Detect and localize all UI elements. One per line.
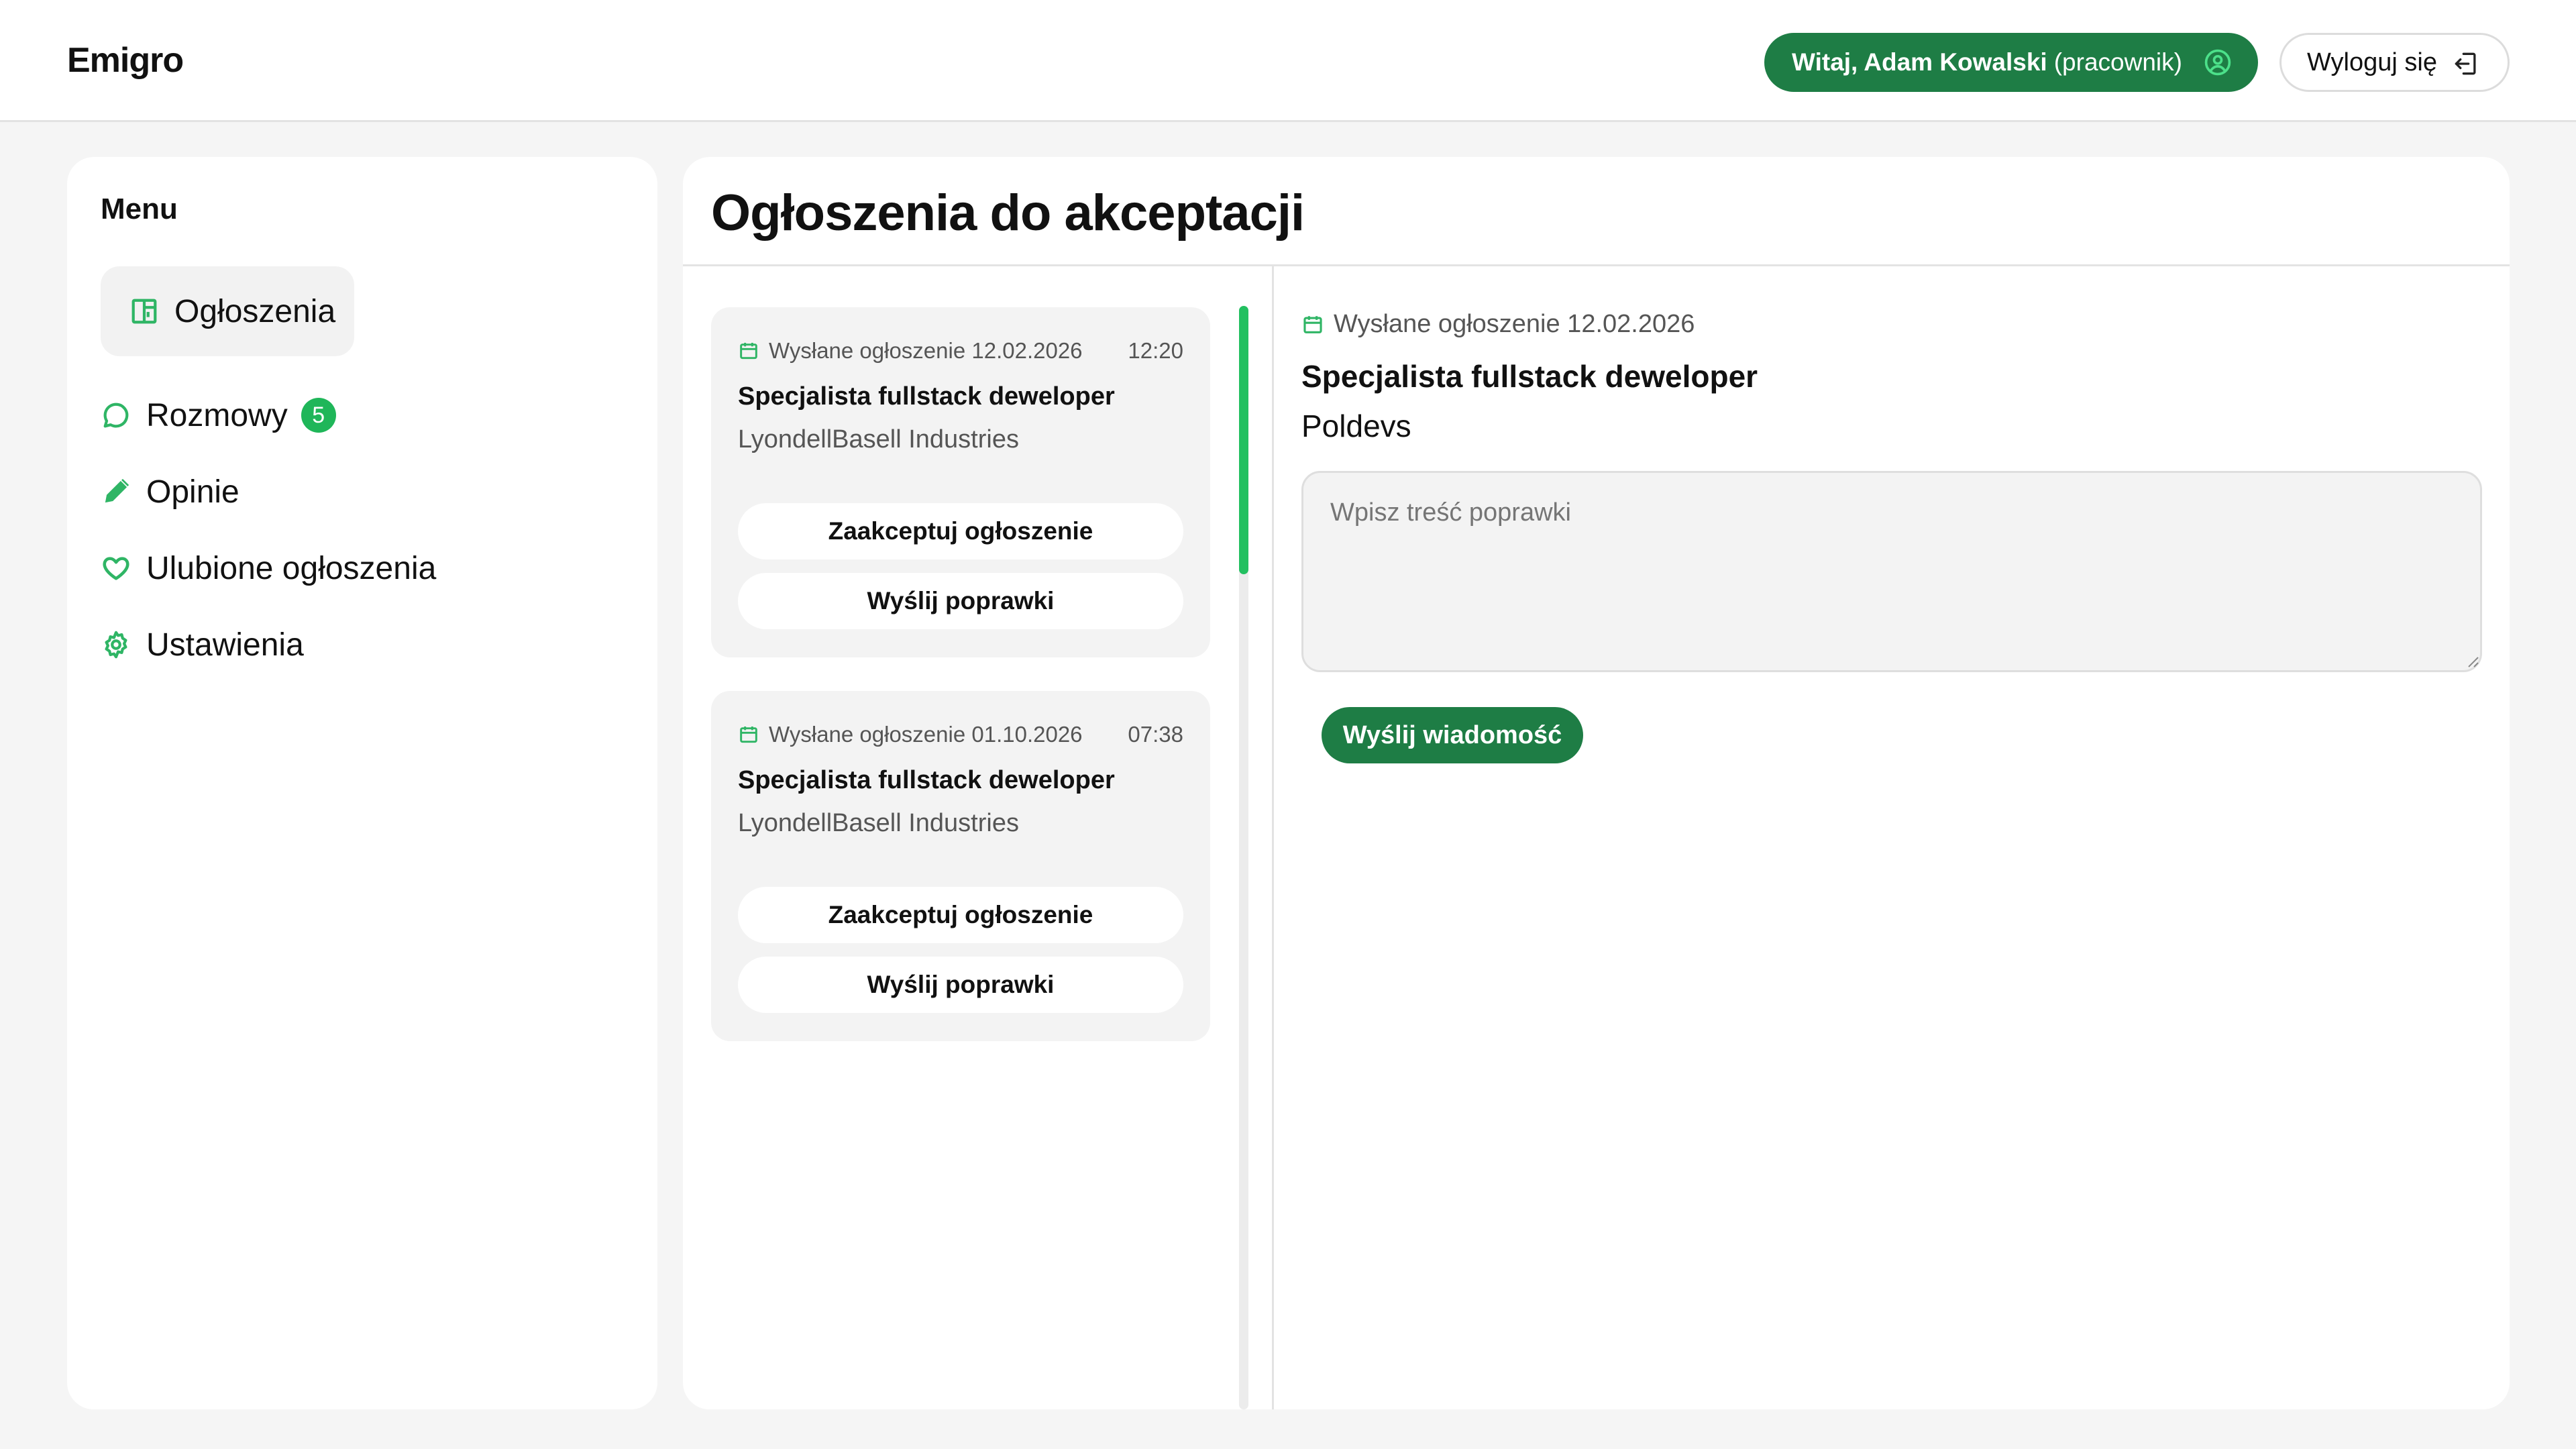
announcement-card[interactable]: Wysłane ogłoszenie 01.10.2026 07:38 Spec… xyxy=(711,691,1210,1041)
accept-button[interactable]: Zaakceptuj ogłoszenie xyxy=(738,503,1183,559)
unread-count-badge: 5 xyxy=(301,398,336,433)
sidebar-item-ustawienia[interactable]: Ustawienia xyxy=(101,621,304,668)
sidebar-item-ulubione[interactable]: Ulubione ogłoszenia xyxy=(101,545,436,592)
logout-button[interactable]: Wyloguj się xyxy=(2279,33,2510,92)
sent-date: Wysłane ogłoszenie 12.02.2026 xyxy=(769,338,1083,363)
app-logo[interactable]: Emigro xyxy=(67,40,184,80)
sidebar: Menu Ogłoszenia Rozmowy 5 Opinie Ulubion… xyxy=(67,157,657,1409)
column-divider xyxy=(1272,264,1274,1409)
page-title: Ogłoszenia do akceptacji xyxy=(711,184,1305,241)
detail-sent-date: Wysłane ogłoszenie 12.02.2026 xyxy=(1334,310,1695,338)
sent-date: Wysłane ogłoszenie 01.10.2026 xyxy=(769,722,1083,747)
company-name: LyondellBasell Industries xyxy=(738,809,1019,837)
gear-icon xyxy=(105,631,127,659)
welcome-greeting: Witaj, Adam Kowalski xyxy=(1792,48,2047,76)
resize-grip-icon[interactable] xyxy=(2466,655,2479,668)
detail-company-name: Poldevs xyxy=(1301,409,1411,443)
correction-textarea[interactable] xyxy=(1301,471,2482,672)
sidebar-item-label: Ulubione ogłoszenia xyxy=(146,550,437,586)
user-circle-icon xyxy=(2204,49,2231,76)
accept-button[interactable]: Zaakceptuj ogłoszenie xyxy=(738,887,1183,943)
detail-meta: Wysłane ogłoszenie 12.02.2026 xyxy=(1301,310,1695,339)
sidebar-item-label: Rozmowy xyxy=(146,397,288,433)
detail-job-title: Specjalista fullstack deweloper xyxy=(1301,359,1758,394)
board-icon xyxy=(131,299,157,324)
heart-icon xyxy=(103,557,129,580)
top-bar: Emigro Witaj, Adam Kowalski (pracownik) … xyxy=(0,0,2576,122)
sidebar-item-label: Opinie xyxy=(146,474,239,510)
menu-title: Menu xyxy=(101,193,178,225)
sidebar-item-label: Ustawienia xyxy=(146,627,304,663)
card-meta: Wysłane ogłoszenie 01.10.2026 07:38 xyxy=(738,722,1183,747)
calendar-icon xyxy=(1303,315,1322,333)
calendar-icon xyxy=(740,727,757,743)
sent-time: 12:20 xyxy=(1128,338,1183,363)
send-corrections-button[interactable]: Wyślij poprawki xyxy=(738,957,1183,1013)
calendar-icon xyxy=(740,343,757,360)
sidebar-item-label: Ogłoszenia xyxy=(174,293,336,329)
user-welcome-pill[interactable]: Witaj, Adam Kowalski (pracownik) xyxy=(1764,33,2258,92)
job-title: Specjalista fullstack deweloper xyxy=(738,766,1115,794)
sent-time: 07:38 xyxy=(1128,722,1183,747)
announcement-card[interactable]: Wysłane ogłoszenie 12.02.2026 12:20 Spec… xyxy=(711,307,1210,657)
card-meta: Wysłane ogłoszenie 12.02.2026 12:20 xyxy=(738,338,1183,364)
send-corrections-button[interactable]: Wyślij poprawki xyxy=(738,573,1183,629)
main-panel: Ogłoszenia do akceptacji Wysłane ogłosze… xyxy=(683,157,2510,1409)
pencil-icon xyxy=(105,478,129,503)
welcome-role: (pracownik) xyxy=(2053,48,2182,76)
sidebar-item-opinie[interactable]: Opinie xyxy=(101,468,239,515)
sidebar-item-ogloszenia[interactable]: Ogłoszenia xyxy=(101,266,354,356)
job-title: Specjalista fullstack deweloper xyxy=(738,382,1115,411)
send-message-button[interactable]: Wyślij wiadomość xyxy=(1322,707,1583,763)
list-scrollbar-thumb[interactable] xyxy=(1239,306,1248,574)
logout-label: Wyloguj się xyxy=(2307,48,2437,76)
sidebar-item-ogloszenia-row: Ogłoszenia xyxy=(129,288,335,335)
logout-icon xyxy=(2455,52,2476,75)
title-divider xyxy=(683,264,2510,266)
sidebar-item-rozmowy[interactable]: Rozmowy 5 xyxy=(101,392,336,439)
chat-bubble-icon xyxy=(103,402,129,428)
company-name: LyondellBasell Industries xyxy=(738,425,1019,453)
